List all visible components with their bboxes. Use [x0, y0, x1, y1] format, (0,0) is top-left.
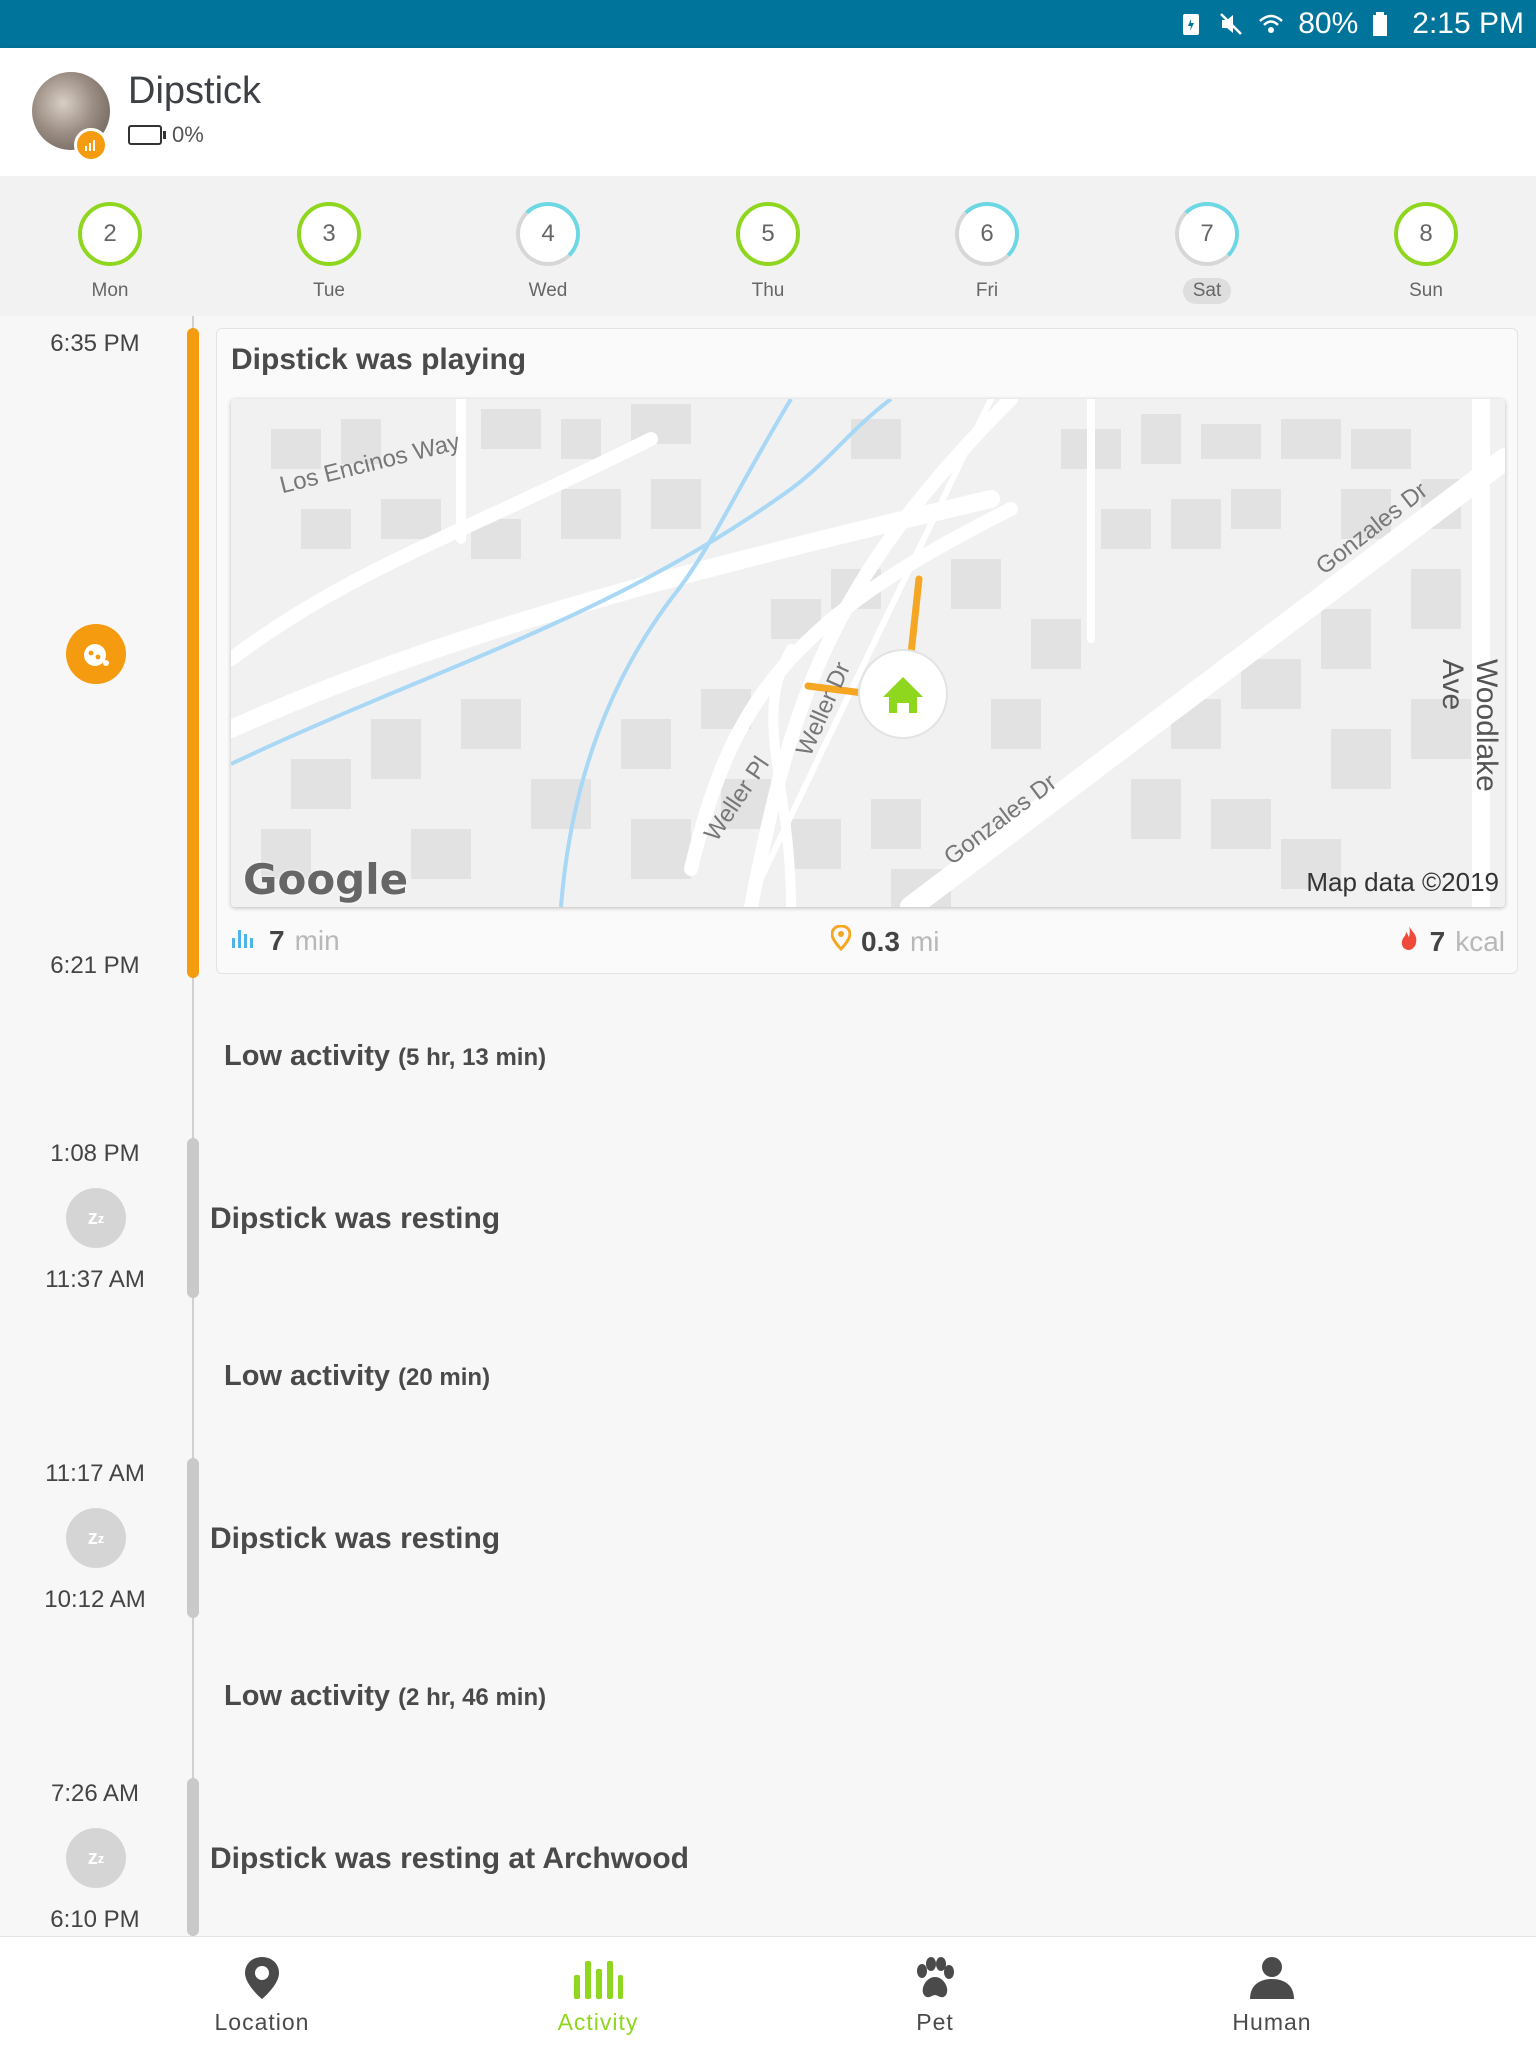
- status-bar: 80% 2:15 PM: [0, 0, 1536, 48]
- day-ring: 6: [955, 202, 1019, 266]
- day-tue[interactable]: 3 Tue: [269, 202, 389, 304]
- sleep-icon: zz: [66, 1508, 126, 1568]
- day-sat[interactable]: 7 Sat: [1147, 202, 1267, 304]
- day-label: Mon: [91, 280, 129, 301]
- clock: 2:15 PM: [1412, 7, 1524, 40]
- location-pin-small-icon: [830, 924, 852, 958]
- low-activity-row[interactable]: Low activity (20 min): [224, 1360, 490, 1393]
- rest-start-time: 1:08 PM: [50, 1140, 140, 1167]
- low-activity-row[interactable]: Low activity (2 hr, 46 min): [224, 1680, 546, 1713]
- nav-location[interactable]: Location: [162, 1951, 362, 2036]
- day-ring: 4: [516, 202, 580, 266]
- day-label: Fri: [975, 280, 999, 301]
- nav-label: Pet: [916, 2009, 954, 2035]
- play-ball-icon: [66, 624, 126, 684]
- stat-distance: 0.3 mi: [830, 924, 940, 958]
- rest-end-time: 6:10 PM: [50, 1906, 140, 1933]
- sleep-icon: zz: [66, 1828, 126, 1888]
- stat-calories: 7 kcal: [1398, 925, 1505, 958]
- flame-icon: [1398, 925, 1420, 958]
- day-ring: 2: [78, 202, 142, 266]
- low-activity-duration: (2 hr, 46 min): [398, 1684, 547, 1711]
- google-logo: Google: [243, 855, 409, 904]
- location-pin-icon: [162, 1951, 362, 2001]
- nav-label: Location: [214, 2009, 310, 2035]
- battery-icon: [1372, 11, 1398, 37]
- activity-bars-icon: [231, 925, 259, 957]
- day-label: Tue: [312, 280, 346, 301]
- play-activity-card[interactable]: Dipstick was playing Los Encinos Way Gon…: [216, 328, 1518, 974]
- day-sun[interactable]: 8 Sun: [1366, 202, 1486, 304]
- day-ring: 8: [1394, 202, 1458, 266]
- day-thu[interactable]: 5 Thu: [708, 202, 828, 304]
- day-mon[interactable]: 2 Mon: [50, 202, 170, 304]
- rest-end-time: 11:37 AM: [45, 1266, 145, 1293]
- tracker-battery: 0%: [128, 122, 204, 148]
- battery-outline-icon: [128, 125, 166, 145]
- low-activity-label: Low activity: [224, 1680, 390, 1712]
- day-label: Wed: [528, 280, 568, 301]
- calories-unit: kcal: [1455, 925, 1505, 957]
- nav-human[interactable]: Human: [1172, 1951, 1372, 2036]
- rest-title[interactable]: Dipstick was resting at Archwood: [210, 1842, 689, 1876]
- rest-start-time: 7:26 AM: [50, 1780, 140, 1807]
- battery-percent: 80%: [1298, 7, 1359, 40]
- duration-unit: min: [294, 925, 340, 956]
- day-fri[interactable]: 6 Fri: [927, 202, 1047, 304]
- nav-label: Activity: [557, 2009, 639, 2035]
- nav-label: Human: [1232, 2009, 1312, 2035]
- play-start-time: 6:35 PM: [50, 330, 140, 357]
- rest-title[interactable]: Dipstick was resting: [210, 1522, 500, 1556]
- play-end-time: 6:21 PM: [50, 952, 140, 979]
- rest-end-time: 10:12 AM: [44, 1586, 146, 1613]
- map-attribution: Map data ©2019: [1306, 867, 1499, 897]
- signal-badge-icon: [74, 128, 108, 162]
- distance-unit: mi: [909, 925, 940, 957]
- distance-value: 0.3: [861, 925, 900, 957]
- play-stats: 7 min 0.3 mi 7 kcal: [231, 924, 1505, 965]
- tracker-battery-value: 0%: [172, 122, 204, 147]
- day-ring: 7: [1175, 202, 1239, 266]
- activity-map[interactable]: Los Encinos Way Gonzales Dr Gonzales Dr …: [231, 399, 1505, 907]
- sleep-icon: zz: [66, 1188, 126, 1248]
- day-label-selected: Sat: [1182, 278, 1232, 304]
- week-selector: 2 Mon 3 Tue 4 Wed 5 Thu 6 Fri 7 Sat 8 Su…: [0, 176, 1536, 316]
- low-activity-duration: (20 min): [398, 1364, 491, 1391]
- activity-bars-icon: [498, 1951, 698, 2001]
- rest-title[interactable]: Dipstick was resting: [210, 1202, 500, 1236]
- person-icon: [1172, 1951, 1372, 2001]
- play-duration-bar: [187, 328, 199, 978]
- rest-start-time: 11:17 AM: [45, 1460, 145, 1487]
- duration-value: 7: [269, 925, 285, 956]
- day-ring: 3: [297, 202, 361, 266]
- low-activity-label: Low activity: [224, 1040, 390, 1072]
- battery-saver-icon: [1178, 11, 1204, 37]
- wifi-icon: [1258, 11, 1284, 37]
- nav-activity[interactable]: Activity: [498, 1951, 698, 2036]
- low-activity-duration: (5 hr, 13 min): [398, 1044, 547, 1071]
- low-activity-row[interactable]: Low activity (5 hr, 13 min): [224, 1040, 546, 1073]
- stat-duration: 7 min: [231, 925, 340, 957]
- calories-value: 7: [1429, 925, 1446, 957]
- day-wed[interactable]: 4 Wed: [488, 202, 608, 304]
- bottom-nav: Location Activity Pet Human: [0, 1936, 1536, 2048]
- nav-pet[interactable]: Pet: [835, 1951, 1035, 2036]
- paw-icon: [835, 1951, 1035, 2001]
- pet-header: Dipstick 0%: [0, 48, 1536, 176]
- mute-icon: [1218, 11, 1244, 37]
- pet-name[interactable]: Dipstick: [128, 70, 261, 113]
- day-ring: 5: [736, 202, 800, 266]
- low-activity-label: Low activity: [224, 1360, 390, 1392]
- play-title: Dipstick was playing: [231, 343, 527, 376]
- map-label-woodlake: Woodlake Ave: [1436, 659, 1503, 792]
- day-label: Thu: [751, 280, 785, 301]
- day-label: Sun: [1409, 280, 1443, 301]
